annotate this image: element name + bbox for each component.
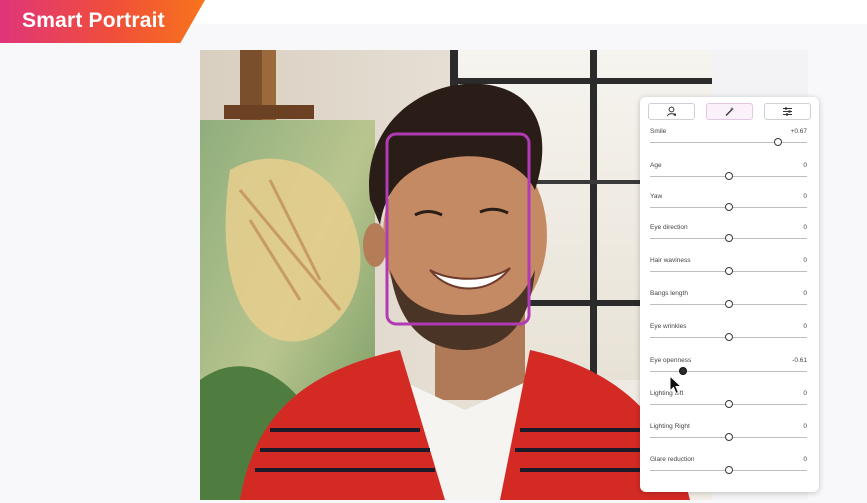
slider-thumb[interactable] xyxy=(724,400,733,408)
neural-filter-panel: Smile +0.67 Age 0 Yaw 0 Eye direction 0 … xyxy=(640,97,819,492)
slider-value: 0 xyxy=(803,224,807,231)
slider-thumb[interactable] xyxy=(724,466,733,474)
portrait-illustration xyxy=(200,50,712,500)
slider-track[interactable] xyxy=(650,371,807,372)
slider-age[interactable]: Age 0 xyxy=(650,162,807,188)
magic-wand-icon xyxy=(725,107,734,116)
slider-yaw[interactable]: Yaw 0 xyxy=(650,193,807,219)
slider-smile[interactable]: Smile +0.67 xyxy=(650,128,807,154)
banner-title: Smart Portrait xyxy=(22,9,165,32)
slider-thumb[interactable] xyxy=(724,234,733,242)
portrait-photo xyxy=(200,50,712,500)
tab-portrait[interactable] xyxy=(648,103,695,120)
slider-thumb[interactable] xyxy=(774,138,783,146)
slider-label: Glare reduction xyxy=(650,456,695,463)
slider-value: 0 xyxy=(803,423,807,430)
slider-lighting-left[interactable]: Lighting left 0 xyxy=(650,390,807,416)
slider-label: Hair waviness xyxy=(650,257,691,264)
slider-label: Lighting left xyxy=(650,390,684,397)
slider-lighting-right[interactable]: Lighting Right 0 xyxy=(650,423,807,449)
tab-adjustments[interactable] xyxy=(764,103,811,120)
slider-value: -0.61 xyxy=(792,357,807,364)
slider-eye-wrinkles[interactable]: Eye wrinkles 0 xyxy=(650,323,807,349)
slider-thumb[interactable] xyxy=(724,267,733,275)
slider-label: Eye openness xyxy=(650,357,692,364)
slider-thumb[interactable] xyxy=(724,300,733,308)
slider-label: Age xyxy=(650,162,662,169)
slider-thumb[interactable] xyxy=(679,367,688,375)
slider-value: 0 xyxy=(803,193,807,200)
slider-thumb[interactable] xyxy=(724,433,733,441)
slider-value: 0 xyxy=(803,456,807,463)
tab-magic[interactable] xyxy=(706,103,753,120)
slider-thumb[interactable] xyxy=(724,333,733,341)
slider-label: Bangs length xyxy=(650,290,688,297)
slider-label: Eye direction xyxy=(650,224,688,231)
slider-label: Lighting Right xyxy=(650,423,690,430)
slider-value: 0 xyxy=(803,162,807,169)
slider-value: 0 xyxy=(803,323,807,330)
slider-eye-direction[interactable]: Eye direction 0 xyxy=(650,224,807,250)
slider-track[interactable] xyxy=(650,142,807,143)
slider-thumb[interactable] xyxy=(724,203,733,211)
panel-tab-row xyxy=(648,103,811,120)
slider-label: Yaw xyxy=(650,193,663,200)
slider-glare-reduction[interactable]: Glare reduction 0 xyxy=(650,456,807,482)
slider-thumb[interactable] xyxy=(724,172,733,180)
slider-label: Smile xyxy=(650,128,667,135)
title-banner: Smart Portrait xyxy=(0,0,205,43)
slider-value: 0 xyxy=(803,257,807,264)
slider-eye-openness[interactable]: Eye openness -0.61 xyxy=(650,357,807,383)
slider-value: 0 xyxy=(803,390,807,397)
portrait-icon xyxy=(667,106,676,117)
slider-value: +0.67 xyxy=(790,128,807,135)
sliders-icon xyxy=(783,107,792,116)
slider-bangs-length[interactable]: Bangs length 0 xyxy=(650,290,807,316)
slider-label: Eye wrinkles xyxy=(650,323,687,330)
slider-hair-waviness[interactable]: Hair waviness 0 xyxy=(650,257,807,283)
slider-value: 0 xyxy=(803,290,807,297)
